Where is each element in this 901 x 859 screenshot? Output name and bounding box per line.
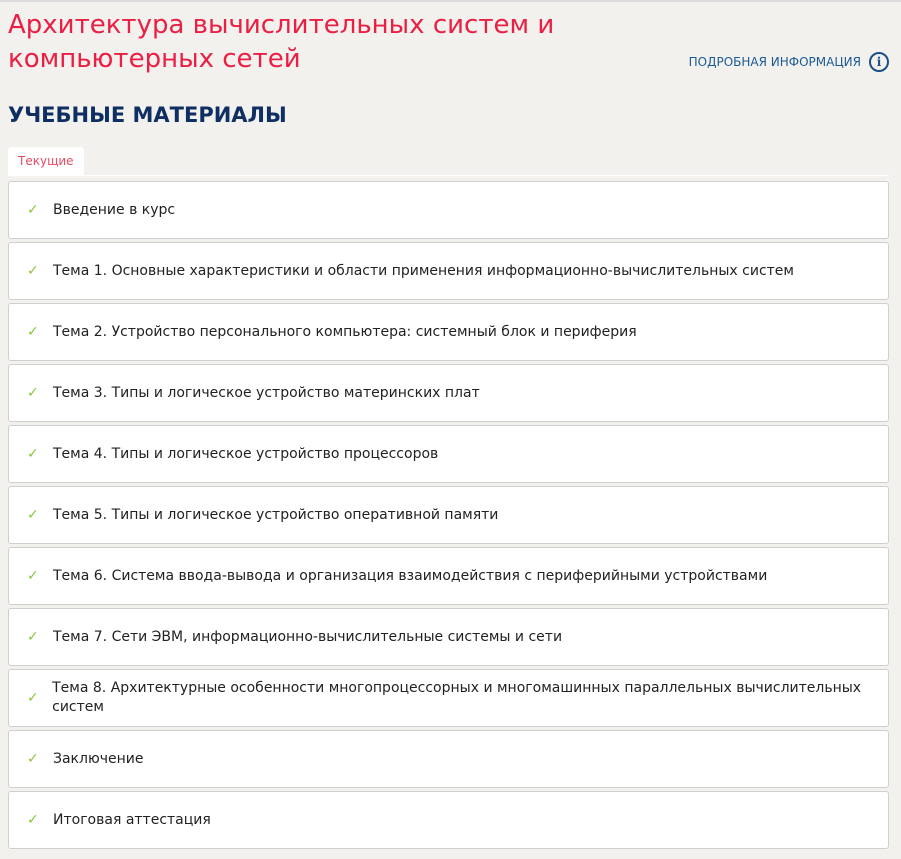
list-item[interactable]: ✓ Тема 1. Основные характеристики и облас… <box>8 242 889 300</box>
checkmark-icon: ✓ <box>27 446 39 462</box>
list-item-label: Заключение <box>53 750 144 767</box>
list-item[interactable]: ✓ Заключение <box>8 730 889 788</box>
info-icon: i <box>869 52 889 72</box>
list-item[interactable]: ✓ Тема 3. Типы и логическое устройство ма… <box>8 364 889 422</box>
list-item-label: Тема 1. Основные характеристики и област… <box>53 262 794 279</box>
checkmark-icon: ✓ <box>27 202 39 218</box>
details-link-label: ПОДРОБНАЯ ИНФОРМАЦИЯ <box>688 55 861 69</box>
details-link[interactable]: ПОДРОБНАЯ ИНФОРМАЦИЯ i <box>689 52 889 72</box>
list-item[interactable]: ✓ Тема 8. Архитектурные особенности много… <box>8 669 889 727</box>
section-title: УЧЕБНЫЕ МАТЕРИАЛЫ <box>8 103 287 127</box>
list-item-label: Тема 3. Типы и логическое устройство мат… <box>53 384 480 401</box>
list-item-label: Тема 6. Система ввода-вывода и организац… <box>53 567 768 584</box>
list-item[interactable]: ✓ Тема 2. Устройство персонального компью… <box>8 303 889 361</box>
list-item[interactable]: ✓ Тема 7. Сети ЭВМ, информационно-вычисли… <box>8 608 889 666</box>
list-item-label: Тема 4. Типы и логическое устройство про… <box>53 445 439 462</box>
list-item-label: Тема 7. Сети ЭВМ, информационно-вычислит… <box>53 628 563 645</box>
list-item[interactable]: ✓ Итоговая аттестация <box>8 791 889 849</box>
list-item-label: Тема 5. Типы и логическое устройство опе… <box>53 506 499 523</box>
checkmark-icon: ✓ <box>27 324 39 340</box>
checkmark-icon: ✓ <box>27 263 39 279</box>
list-item-label: Итоговая аттестация <box>53 811 211 828</box>
tab-divider <box>8 175 889 176</box>
list-item-label: Тема 8. Архитектурные особенности многоп… <box>52 680 862 715</box>
checkmark-icon: ✓ <box>27 812 39 828</box>
checkmark-icon: ✓ <box>27 629 39 645</box>
checkmark-icon: ✓ <box>27 568 39 584</box>
list-item-label: Тема 2. Устройство персонального компьют… <box>53 323 637 340</box>
checkmark-icon: ✓ <box>27 507 39 523</box>
checkmark-icon: ✓ <box>27 690 39 706</box>
list-item[interactable]: ✓ Тема 4. Типы и логическое устройство пр… <box>8 425 889 483</box>
list-item[interactable]: ✓ Введение в курс <box>8 181 889 239</box>
course-title: Архитектура вычислительных систем и комп… <box>8 10 555 74</box>
list-item[interactable]: ✓ Тема 6. Система ввода-вывода и организа… <box>8 547 889 605</box>
checkmark-icon: ✓ <box>27 751 39 767</box>
list-item-label: Введение в курс <box>53 201 176 218</box>
checkmark-icon: ✓ <box>27 385 39 401</box>
materials-list: ✓ Введение в курс ✓ Тема 1. Основные характ… <box>8 181 889 852</box>
list-item[interactable]: ✓ Тема 5. Типы и логическое устройство оп… <box>8 486 889 544</box>
tab-current[interactable]: Текущие <box>8 147 84 175</box>
